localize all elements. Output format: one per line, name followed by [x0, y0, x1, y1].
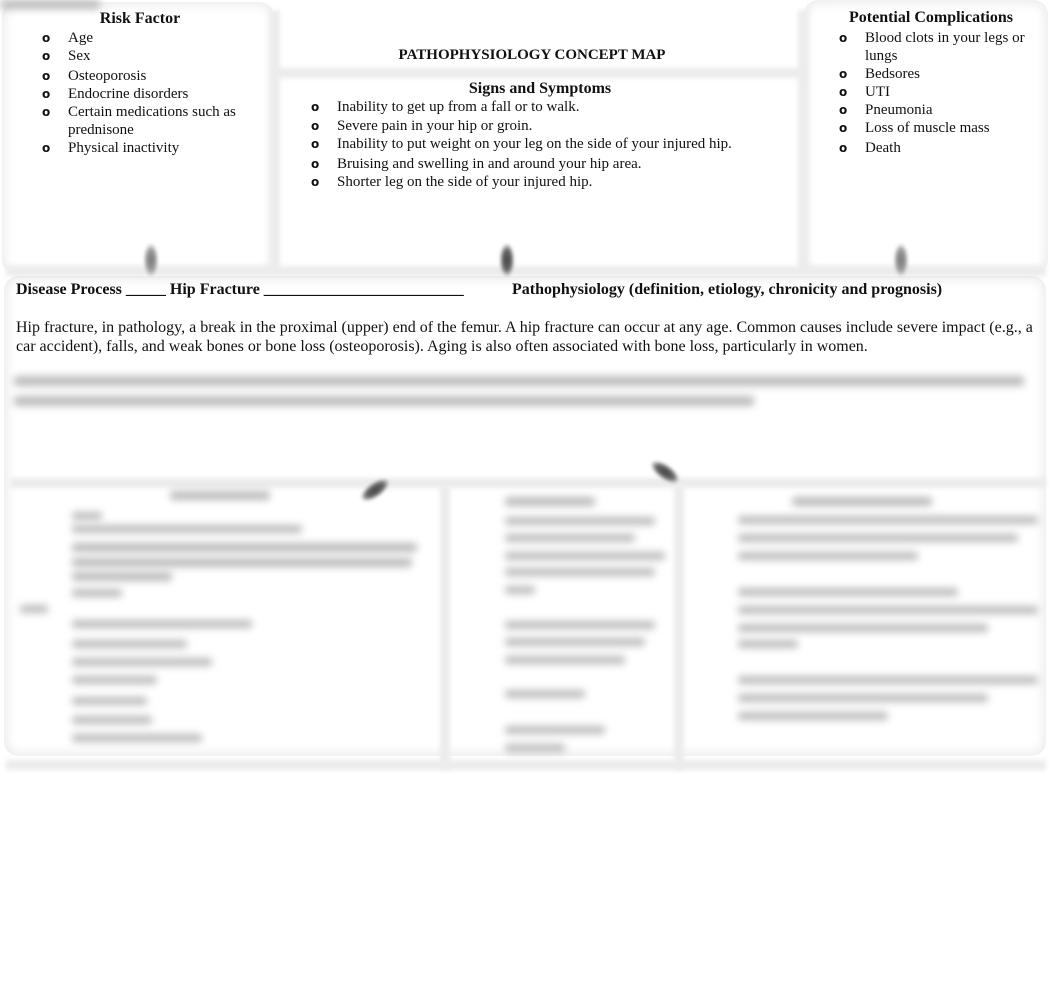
bullet-icon: o [42, 49, 51, 63]
disease-process-label: Disease Process _____ Hip Fracture _____… [16, 281, 464, 298]
list-item: o Death [839, 140, 901, 156]
bullet-icon: o [42, 31, 51, 45]
bullet-icon: o [311, 157, 320, 171]
pathophysiology-paragraph: Hip fracture, in pathology, a break in t… [16, 319, 1033, 355]
complications-list: o Blood clots in your legs or lungs o Beds… [839, 29, 1039, 157]
list-item: o Osteoporosis [42, 68, 147, 84]
complications-heading: Potential Complications [849, 9, 1013, 26]
list-item: o Blood clots in your legs or lungs [839, 30, 1025, 64]
signs-symptoms-list: o Inability to get up from a fall or to w… [311, 98, 791, 191]
pathophysiology-label: Pathophysiology (definition, etiology, c… [512, 281, 943, 298]
page-title: PATHOPHYSIOLOGY CONCEPT MAP [398, 47, 666, 63]
list-item: o Physical inactivity [42, 140, 180, 156]
arrow-down-icon [500, 244, 514, 276]
divider-left [270, 10, 280, 272]
bullet-icon: o [42, 105, 51, 119]
bullet-icon: o [839, 121, 848, 135]
bullet-icon: o [42, 87, 51, 101]
list-item: o Certain medications such as prednisone [42, 104, 236, 138]
lower-top-divider [10, 478, 1046, 488]
arrow-down-icon [894, 244, 908, 276]
bullet-icon: o [839, 31, 848, 45]
lower-bottom-divider [6, 760, 1046, 770]
signs-symptoms-heading: Signs and Symptoms [468, 80, 612, 97]
risk-factor-list: o Age o Sex o Osteoporosis o Endocrine disor… [42, 29, 252, 157]
list-item: o Inability to put weight on your leg on … [311, 136, 732, 152]
bullet-icon: o [839, 85, 848, 99]
bullet-icon: o [311, 175, 320, 189]
bullet-icon: o [311, 119, 320, 133]
list-item: o Severe pain in your hip or groin. [311, 118, 533, 134]
list-item: o Bruising and swelling in and around you… [311, 156, 642, 172]
bullet-icon: o [42, 69, 51, 83]
lower-divider-2 [674, 486, 684, 770]
list-item: o Sex [42, 48, 91, 64]
bullet-icon: o [839, 67, 848, 81]
divider-right [798, 10, 808, 272]
list-item: o Bedsores [839, 66, 920, 82]
lower-divider-1 [440, 486, 450, 770]
list-item: o UTI [839, 84, 890, 100]
list-item: o Age [42, 30, 93, 46]
list-item: o Loss of muscle mass [839, 120, 990, 136]
bullet-icon: o [839, 103, 848, 117]
bullet-icon: o [311, 137, 320, 151]
bullet-icon: o [311, 100, 320, 114]
row-divider [6, 266, 1046, 276]
risk-factor-heading: Risk Factor [99, 10, 181, 27]
list-item: o Inability to get up from a fall or to w… [311, 99, 580, 115]
list-item: o Pneumonia [839, 102, 933, 118]
bullet-icon: o [42, 141, 51, 155]
bullet-icon: o [839, 141, 848, 155]
arrow-down-icon [144, 244, 158, 276]
list-item: o Shorter leg on the side of your injured… [311, 174, 593, 190]
list-item: o Endocrine disorders [42, 86, 189, 102]
header-divider [274, 68, 804, 78]
